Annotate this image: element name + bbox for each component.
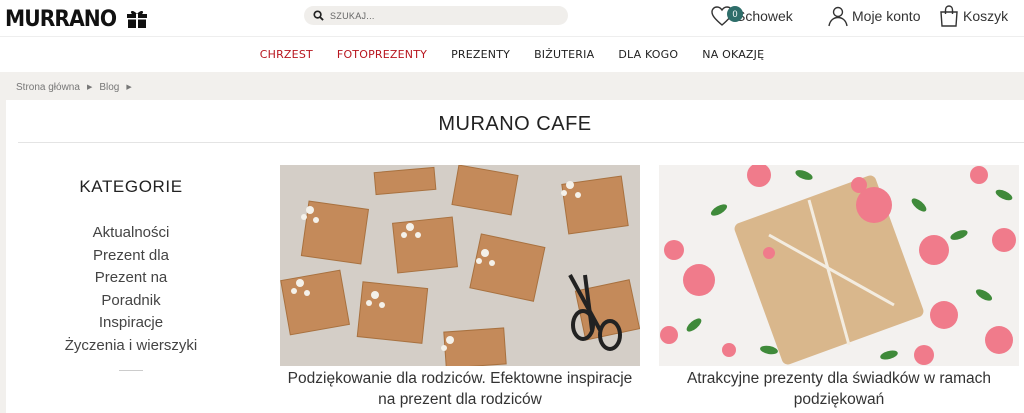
search-icon[interactable] xyxy=(313,10,324,21)
shopping-bag-icon xyxy=(940,5,958,27)
category-item-prezent-dla[interactable]: Prezent dla xyxy=(56,245,206,268)
chevron-right-icon: ▶ xyxy=(126,84,132,91)
chevron-right-icon: ▶ xyxy=(86,84,93,91)
category-list: Aktualności Prezent dla Prezent na Porad… xyxy=(56,222,206,358)
cart-label: Koszyk xyxy=(963,8,1009,24)
gift-icon xyxy=(126,10,147,28)
category-item-zyczenia[interactable]: Życzenia i wierszyki xyxy=(56,335,206,358)
blog-post-card[interactable]: Atrakcyjne prezenty dla świadków w ramac… xyxy=(659,165,1019,410)
wishlist-link[interactable]: 0 Schowek xyxy=(710,4,793,28)
post-title[interactable]: Podziękowanie dla rodziców. Efektowne in… xyxy=(280,368,640,410)
search-input[interactable] xyxy=(330,10,530,21)
wishlist-label: Schowek xyxy=(736,8,793,24)
post-image-kraft-gift-boxes[interactable] xyxy=(280,165,640,366)
nav-item-chrzest[interactable]: CHRZEST xyxy=(260,48,313,61)
page-title: MURANO CAFE xyxy=(438,113,592,135)
account-label: Moje konto xyxy=(852,8,921,24)
wishlist-count-badge: 0 xyxy=(727,6,743,22)
nav-item-bizuteria[interactable]: BIŻUTERIA xyxy=(534,48,594,61)
user-icon xyxy=(828,6,848,27)
category-item-poradnik[interactable]: Poradnik xyxy=(56,290,206,313)
category-item-aktualnosci[interactable]: Aktualności xyxy=(56,222,206,245)
breadcrumb-home[interactable]: Strona główna xyxy=(16,82,80,93)
breadcrumb-blog[interactable]: Blog xyxy=(99,82,119,93)
account-link[interactable]: Moje konto xyxy=(826,4,920,28)
post-title[interactable]: Atrakcyjne prezenty dla świadków w ramac… xyxy=(659,368,1019,410)
category-item-prezent-na[interactable]: Prezent na xyxy=(56,267,206,290)
main-nav: CHRZEST FOTOPREZENTY PREZENTY BIŻUTERIA … xyxy=(0,36,1024,72)
main-content: MURANO CAFE KATEGORIE Aktualności Prezen… xyxy=(6,100,1024,413)
category-divider xyxy=(119,370,143,371)
logo-text: MURRANO xyxy=(5,6,117,32)
post-image-gift-with-roses[interactable] xyxy=(659,165,1019,366)
nav-item-fotoprezenty[interactable]: FOTOPREZENTY xyxy=(337,48,427,61)
cart-link[interactable]: Koszyk xyxy=(937,4,1008,28)
title-divider xyxy=(18,142,1024,143)
logo[interactable]: MURRANO xyxy=(5,6,147,32)
category-item-inspiracje[interactable]: Inspiracje xyxy=(56,312,206,335)
nav-item-dla-kogo[interactable]: DLA KOGO xyxy=(618,48,678,61)
nav-item-na-okazje[interactable]: NA OKAZJĘ xyxy=(702,48,764,61)
top-header: MURRANO 0 Schowek Moje konto xyxy=(0,0,1024,36)
categories-heading: KATEGORIE xyxy=(79,177,183,196)
breadcrumb: Strona główna ▶ Blog ▶ xyxy=(16,80,139,94)
blog-post-card[interactable]: Podziękowanie dla rodziców. Efektowne in… xyxy=(280,165,640,410)
nav-item-prezenty[interactable]: PREZENTY xyxy=(451,48,510,61)
search-bar[interactable] xyxy=(304,6,568,25)
